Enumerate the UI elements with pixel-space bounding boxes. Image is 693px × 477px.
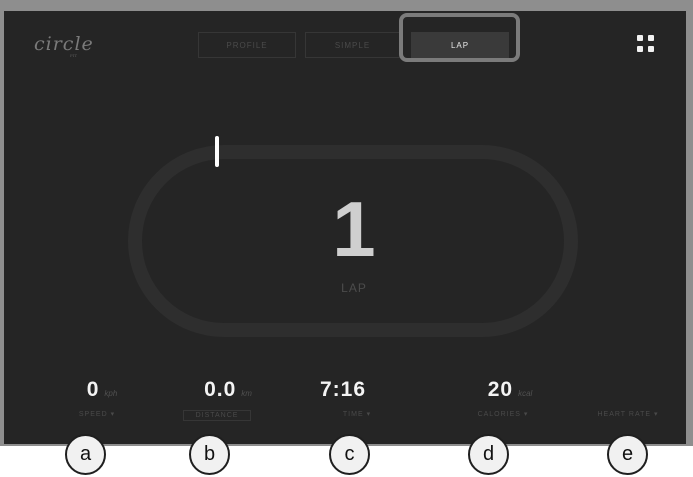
- calories-metric: 20 kcal: [445, 378, 575, 402]
- callout-b: b: [189, 434, 230, 475]
- time-value: 7:16: [319, 378, 367, 401]
- distance-metric: 0.0 km: [163, 378, 293, 402]
- time-metric: 7:16: [278, 378, 408, 402]
- heart-rate-dropdown[interactable]: HEART RATE ▾: [578, 410, 678, 418]
- tab-simple[interactable]: SIMPLE: [305, 32, 400, 58]
- calories-unit: kcal: [518, 389, 533, 398]
- grid-menu-icon[interactable]: [637, 35, 657, 55]
- distance-dropdown[interactable]: DISTANCE: [183, 410, 251, 421]
- speed-dropdown[interactable]: SPEED ▾: [62, 410, 132, 418]
- distance-unit: km: [241, 389, 252, 398]
- lap-label: LAP: [341, 281, 367, 295]
- position-marker: [215, 136, 219, 167]
- calories-dropdown[interactable]: CALORIES ▾: [458, 410, 548, 418]
- callout-e: e: [607, 434, 648, 475]
- speed-unit: kph: [104, 389, 118, 398]
- brand-logo: circle FIT: [34, 33, 94, 58]
- callout-a: a: [65, 434, 106, 475]
- tab-profile[interactable]: PROFILE: [198, 32, 296, 58]
- calories-value: 20: [487, 378, 514, 401]
- callout-d: d: [468, 434, 509, 475]
- speed-value: 0: [86, 378, 100, 401]
- distance-value: 0.0: [204, 378, 237, 401]
- tab-highlight: [399, 13, 520, 62]
- lap-count: 1: [332, 185, 376, 273]
- speed-metric: 0 kph: [37, 378, 167, 402]
- callout-c: c: [329, 434, 370, 475]
- time-dropdown[interactable]: TIME ▾: [322, 410, 392, 418]
